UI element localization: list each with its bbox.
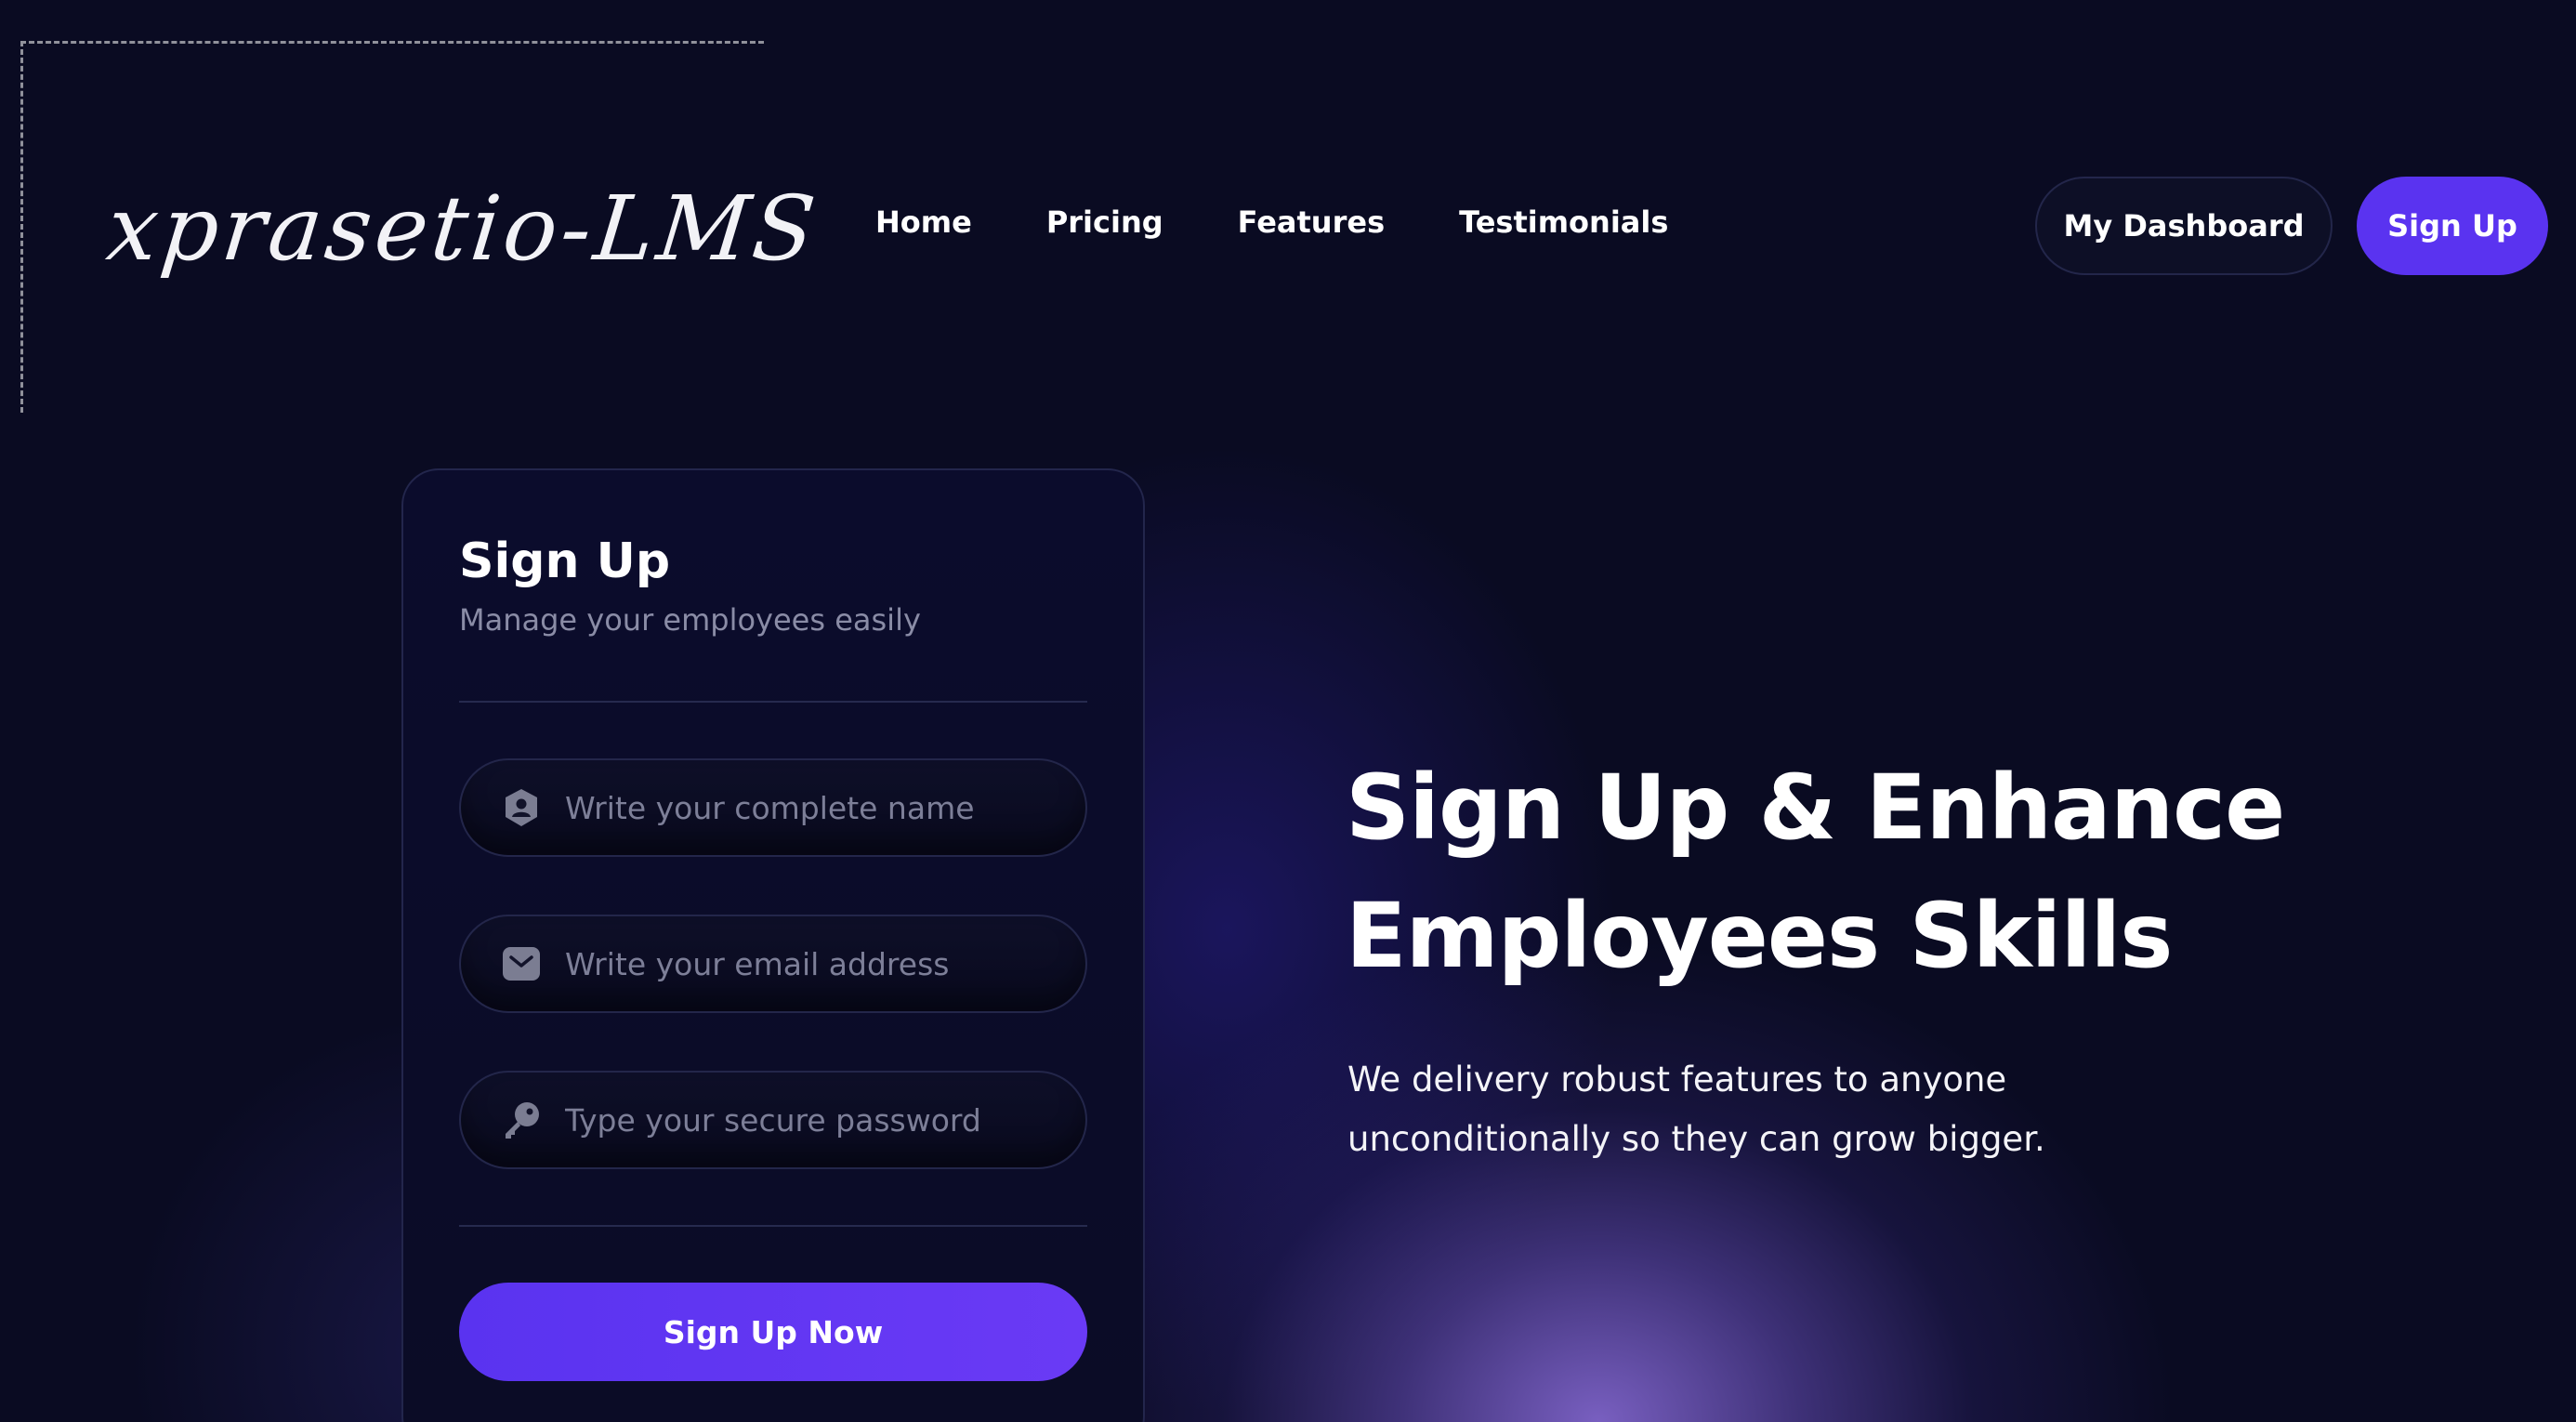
password-input[interactable] bbox=[565, 1101, 1067, 1139]
hero-description: We delivery robust features to anyone un… bbox=[1347, 1060, 2045, 1159]
my-dashboard-button[interactable]: My Dashboard bbox=[2035, 177, 2333, 275]
envelope-icon bbox=[502, 944, 541, 983]
site-header: xprasetio-LMS Home Pricing Features Test… bbox=[0, 0, 2576, 390]
sign-up-subtitle: Manage your employees easily bbox=[459, 602, 921, 638]
hero-title-line-2: Employees Skills bbox=[1346, 884, 2173, 988]
nav-testimonials-link[interactable]: Testimonials bbox=[1459, 204, 1668, 240]
form-divider-bottom bbox=[459, 1225, 1087, 1227]
name-input[interactable] bbox=[565, 789, 1067, 826]
nav-features-link[interactable]: Features bbox=[1238, 204, 1385, 240]
logo[interactable]: xprasetio-LMS bbox=[102, 177, 823, 281]
nav-pricing-link[interactable]: Pricing bbox=[1046, 204, 1163, 240]
email-field[interactable] bbox=[459, 915, 1087, 1013]
hero-title-line-1: Sign Up & Enhance bbox=[1346, 756, 2285, 860]
form-divider-top bbox=[459, 701, 1087, 703]
key-icon bbox=[502, 1100, 541, 1139]
password-field[interactable] bbox=[459, 1071, 1087, 1169]
sign-up-card: Sign Up Manage your employees easily Wri… bbox=[401, 468, 1145, 1422]
hero-title: Sign Up & Enhance Employees Skills bbox=[1346, 744, 2368, 1000]
name-field[interactable] bbox=[459, 758, 1087, 857]
header-sign-up-button[interactable]: Sign Up bbox=[2357, 177, 2548, 275]
user-shield-icon bbox=[502, 788, 541, 827]
main-nav: Home Pricing Features Testimonials bbox=[875, 204, 1668, 240]
sign-up-now-button[interactable]: Sign Up Now bbox=[459, 1283, 1087, 1381]
nav-home-link[interactable]: Home bbox=[875, 204, 972, 240]
email-input[interactable] bbox=[565, 945, 1067, 982]
sign-up-title: Sign Up bbox=[459, 533, 671, 589]
